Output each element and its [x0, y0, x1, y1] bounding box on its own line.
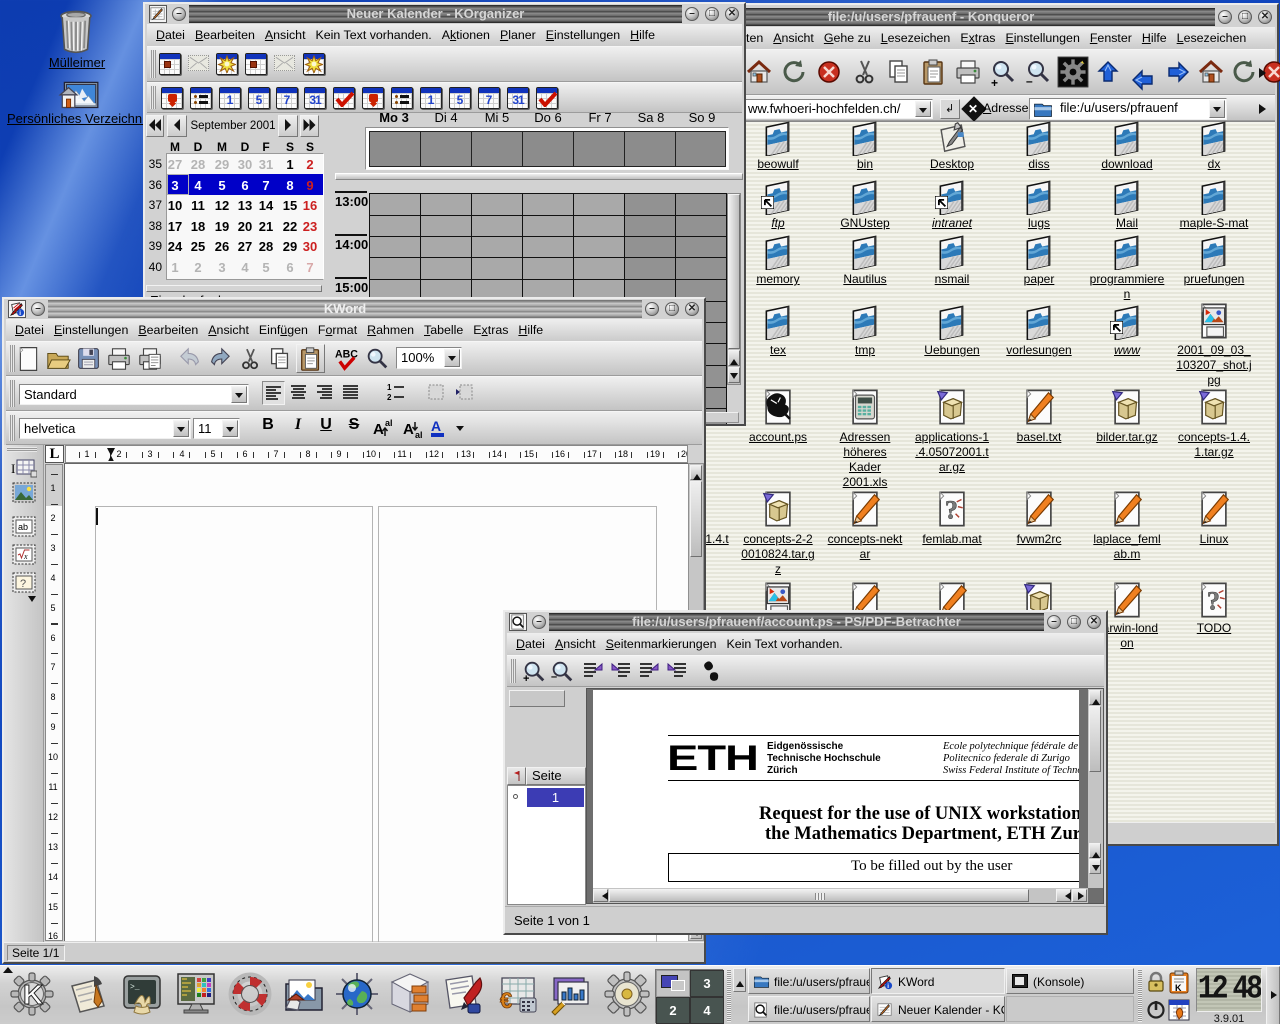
- svg-text:K: K: [1175, 983, 1182, 993]
- svg-text:A: A: [373, 421, 384, 438]
- svg-text:al: al: [385, 418, 393, 428]
- svg-text:1: 1: [387, 383, 392, 392]
- svg-text:2: 2: [387, 393, 392, 402]
- svg-text:i: i: [19, 310, 21, 317]
- svg-text:x: x: [23, 552, 28, 561]
- svg-text:>_: >_: [130, 983, 140, 992]
- svg-text:K: K: [23, 979, 43, 1010]
- svg-text:?: ?: [20, 578, 26, 590]
- svg-text:i: i: [887, 983, 889, 990]
- svg-text:al: al: [415, 430, 423, 440]
- svg-text:A: A: [431, 418, 441, 434]
- svg-text:I: I: [11, 461, 15, 476]
- svg-text:ab: ab: [18, 522, 28, 532]
- svg-text:A: A: [403, 421, 414, 438]
- svg-text:€: €: [500, 988, 512, 1013]
